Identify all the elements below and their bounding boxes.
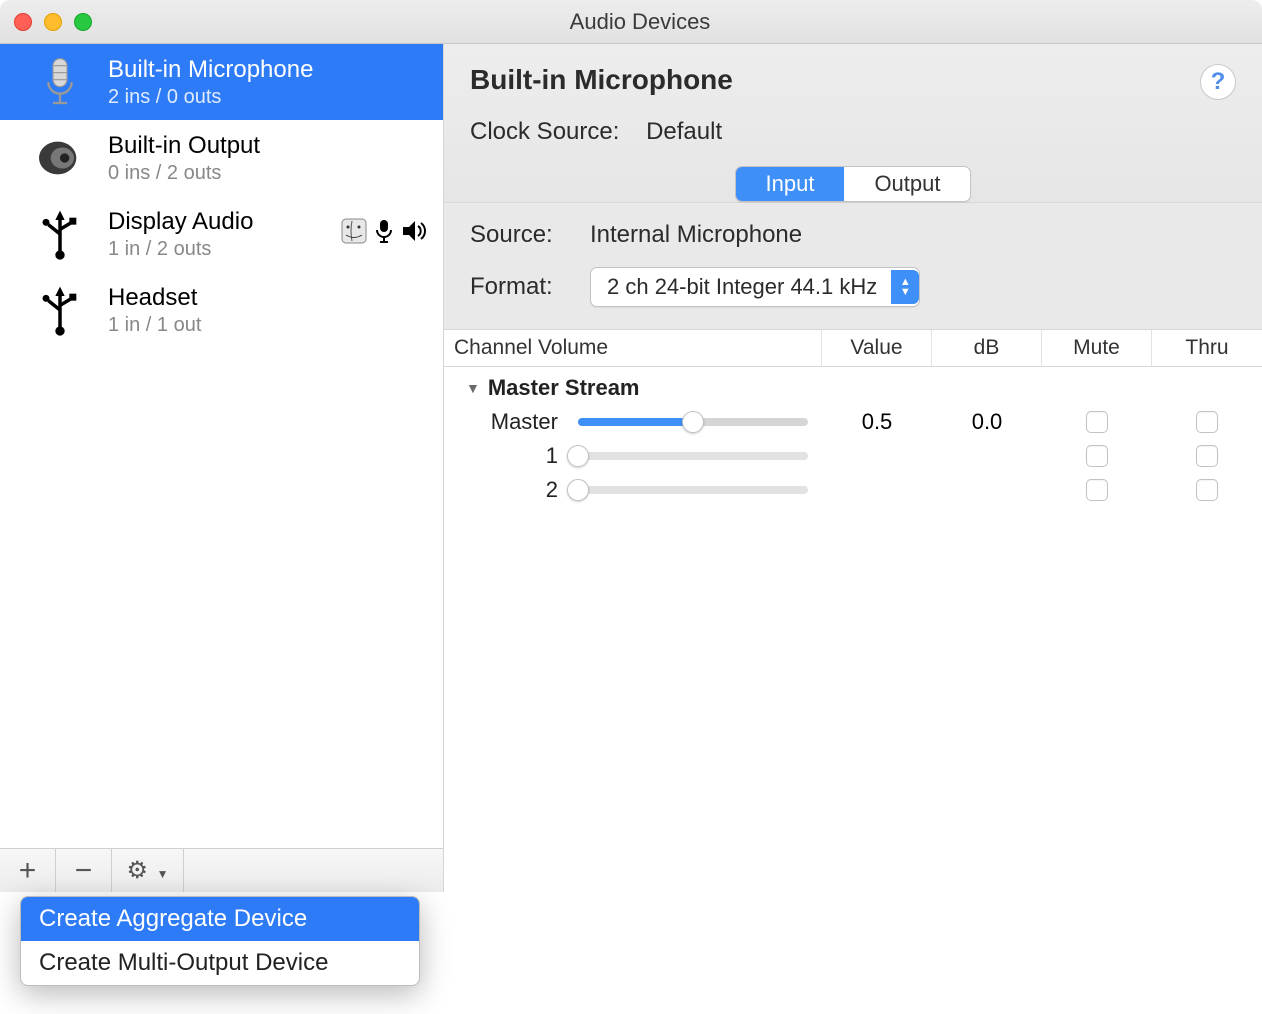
device-detail: 1 in / 2 outs bbox=[108, 238, 253, 261]
device-actions-button[interactable]: ⚙︎ ▼ bbox=[112, 849, 184, 892]
close-window-button[interactable] bbox=[14, 13, 32, 31]
usb-icon bbox=[30, 204, 90, 264]
col-thru: Thru bbox=[1152, 330, 1262, 366]
device-item-builtin-microphone[interactable]: Built-in Microphone 2 ins / 0 outs bbox=[0, 44, 443, 120]
window-title: Audio Devices bbox=[32, 9, 1248, 35]
format-select[interactable]: 2 ch 24-bit Integer 44.1 kHz ▲▼ bbox=[590, 267, 920, 307]
clock-source-value: Default bbox=[646, 118, 722, 145]
db-cell: 0.0 bbox=[932, 409, 1042, 435]
clock-source-label: Clock Source: bbox=[470, 118, 619, 145]
col-channel: Channel Volume bbox=[444, 330, 822, 366]
help-button[interactable]: ? bbox=[1200, 64, 1236, 100]
col-value: Value bbox=[822, 330, 932, 366]
volume-slider-master[interactable] bbox=[578, 412, 808, 432]
format-label: Format: bbox=[470, 273, 590, 301]
stream-header[interactable]: ▼ Master Stream bbox=[444, 367, 1262, 405]
device-name: Built-in Microphone bbox=[108, 56, 313, 84]
device-name: Headset bbox=[108, 284, 201, 312]
device-detail: 0 ins / 2 outs bbox=[108, 162, 260, 185]
value-cell: 0.5 bbox=[822, 409, 932, 435]
device-sidebar: Built-in Microphone 2 ins / 0 outs Built… bbox=[0, 44, 444, 892]
sidebar-toolbar: + − ⚙︎ ▼ bbox=[0, 848, 443, 892]
default-output-icon bbox=[401, 218, 429, 250]
device-detail: 2 ins / 0 outs bbox=[108, 86, 313, 109]
remove-device-button[interactable]: − bbox=[56, 849, 112, 892]
device-item-display-audio[interactable]: Display Audio 1 in / 2 outs bbox=[0, 196, 443, 272]
disclosure-triangle-icon: ▼ bbox=[466, 380, 480, 396]
stream-label: Master Stream bbox=[488, 375, 640, 401]
device-item-headset[interactable]: Headset 1 in / 1 out bbox=[0, 272, 443, 348]
volume-table-body: ▼ Master Stream Master 0.5 0.0 1 bbox=[444, 367, 1262, 892]
device-name: Built-in Output bbox=[108, 132, 260, 160]
thru-checkbox[interactable] bbox=[1196, 445, 1218, 467]
volume-slider-1[interactable] bbox=[578, 446, 808, 466]
tab-output[interactable]: Output bbox=[844, 167, 970, 201]
device-name: Display Audio bbox=[108, 208, 253, 236]
stepper-arrows-icon: ▲▼ bbox=[891, 270, 919, 304]
menu-item-create-multi-output[interactable]: Create Multi-Output Device bbox=[21, 941, 419, 985]
volume-row-master: Master 0.5 0.0 bbox=[444, 405, 1262, 439]
menu-item-create-aggregate[interactable]: Create Aggregate Device bbox=[21, 897, 419, 941]
io-tabs: Input Output bbox=[735, 166, 972, 202]
mute-checkbox[interactable] bbox=[1086, 445, 1108, 467]
volume-table-header: Channel Volume Value dB Mute Thru bbox=[444, 330, 1262, 367]
volume-slider-2[interactable] bbox=[578, 480, 808, 500]
selected-device-title: Built-in Microphone bbox=[470, 64, 733, 96]
usb-icon bbox=[30, 280, 90, 340]
channel-label: 2 bbox=[444, 477, 574, 503]
col-mute: Mute bbox=[1042, 330, 1152, 366]
col-db: dB bbox=[932, 330, 1042, 366]
device-list: Built-in Microphone 2 ins / 0 outs Built… bbox=[0, 44, 443, 848]
chevron-down-icon: ▼ bbox=[157, 867, 169, 881]
volume-row-1: 1 bbox=[444, 439, 1262, 473]
format-value: 2 ch 24-bit Integer 44.1 kHz bbox=[607, 274, 877, 300]
volume-row-2: 2 bbox=[444, 473, 1262, 507]
channel-label: Master bbox=[444, 409, 574, 435]
detail-panel: Built-in Microphone ? Clock Source: Defa… bbox=[444, 44, 1262, 892]
speaker-icon bbox=[30, 128, 90, 188]
device-item-builtin-output[interactable]: Built-in Output 0 ins / 2 outs bbox=[0, 120, 443, 196]
source-label: Source: bbox=[470, 221, 590, 249]
thru-checkbox[interactable] bbox=[1196, 411, 1218, 433]
channel-label: 1 bbox=[444, 443, 574, 469]
thru-checkbox[interactable] bbox=[1196, 479, 1218, 501]
gear-icon: ⚙︎ bbox=[126, 857, 148, 884]
mute-checkbox[interactable] bbox=[1086, 411, 1108, 433]
tab-input[interactable]: Input bbox=[736, 167, 845, 201]
add-device-button[interactable]: + bbox=[0, 849, 56, 892]
source-value: Internal Microphone bbox=[590, 221, 802, 249]
device-detail: 1 in / 1 out bbox=[108, 314, 201, 337]
microphone-icon bbox=[30, 52, 90, 112]
add-device-menu: Create Aggregate Device Create Multi-Out… bbox=[20, 896, 420, 986]
finder-default-icon bbox=[341, 218, 367, 250]
default-input-icon bbox=[373, 218, 395, 250]
titlebar: Audio Devices bbox=[0, 0, 1262, 44]
mute-checkbox[interactable] bbox=[1086, 479, 1108, 501]
